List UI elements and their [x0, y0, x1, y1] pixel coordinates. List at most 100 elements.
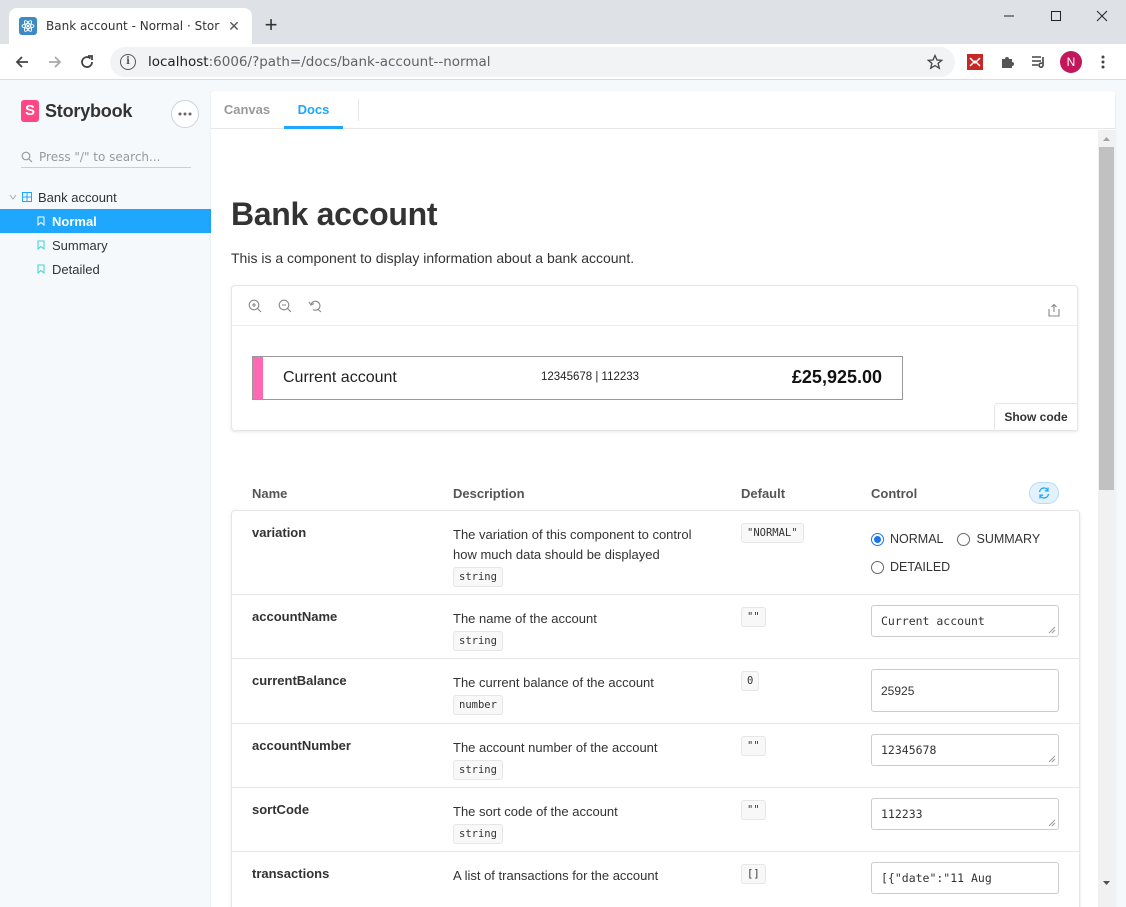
bookmark-icon	[36, 240, 46, 250]
transactions-textarea[interactable]: [{"date":"11 Aug	[871, 862, 1059, 894]
resize-grip-icon	[1048, 755, 1056, 763]
page-description: This is a component to display informati…	[231, 250, 635, 266]
profile-avatar[interactable]: N	[1059, 50, 1083, 74]
reload-icon	[81, 55, 93, 68]
table-row: transactions A list of transactions for …	[232, 852, 1079, 907]
arg-name: currentBalance	[252, 673, 347, 688]
resize-grip-icon	[1048, 819, 1056, 827]
radio-detailed[interactable]: DETAILED	[871, 553, 950, 581]
type-badge: string	[453, 631, 503, 651]
arg-name: accountName	[252, 609, 338, 624]
args-table-header: Name Description Default Control	[231, 482, 1080, 506]
story-preview: Current account 12345678 | 112233 £25,92…	[231, 285, 1078, 431]
type-badge: string	[453, 567, 503, 587]
preview-toolbar	[232, 286, 1077, 326]
table-row: accountNumber The account number of the …	[232, 724, 1079, 788]
extension-icon[interactable]	[963, 50, 987, 74]
minimize-button[interactable]	[986, 4, 1032, 28]
tree-story-label: Summary	[52, 237, 108, 253]
site-info-icon[interactable]: i	[120, 54, 136, 70]
args-table: variation The variation of this componen…	[231, 510, 1080, 907]
arg-description: The account number of the account string	[453, 738, 713, 780]
show-code-button[interactable]: Show code	[994, 403, 1078, 431]
search-input[interactable]: Press "/" to search...	[21, 146, 191, 168]
window-close-button[interactable]	[1079, 4, 1125, 28]
account-color-stripe	[253, 357, 263, 399]
table-row: accountName The name of the account stri…	[232, 595, 1079, 659]
radio-empty-icon	[871, 560, 884, 574]
resize-grip-icon	[1048, 626, 1056, 634]
main-panel: Canvas Docs Bank account This is a compo…	[211, 91, 1115, 907]
table-row: sortCode The sort code of the account st…	[232, 788, 1079, 852]
account-number-textarea[interactable]: 12345678	[871, 734, 1059, 766]
new-tab-button[interactable]: +	[260, 14, 282, 36]
type-badge: string	[453, 824, 503, 844]
radio-summary[interactable]: SUMMARY	[957, 525, 1040, 553]
forward-arrow-icon	[49, 56, 62, 68]
scroll-up-icon[interactable]	[1098, 130, 1115, 147]
table-row: currentBalance The current balance of th…	[232, 659, 1079, 724]
storybook-logo[interactable]: S Storybook	[21, 100, 132, 122]
reset-zoom-icon[interactable]	[307, 298, 323, 314]
component-grid-icon	[22, 192, 32, 202]
address-bar[interactable]: i localhost:6006/?path=/docs/bank-accoun…	[110, 47, 955, 77]
arg-description: A list of transactions for the account	[453, 868, 659, 883]
react-favicon-icon	[19, 17, 37, 35]
panel-tabs: Canvas Docs	[211, 91, 1115, 129]
reset-controls-button[interactable]	[1029, 482, 1059, 504]
zoom-in-icon[interactable]	[247, 298, 263, 314]
refresh-icon	[1038, 487, 1050, 499]
media-queue-icon[interactable]	[1027, 50, 1051, 74]
scrollbar-thumb[interactable]	[1099, 147, 1114, 490]
back-button[interactable]	[10, 50, 34, 74]
extensions-puzzle-icon[interactable]	[995, 50, 1019, 74]
sort-code-textarea[interactable]: 112233	[871, 798, 1059, 830]
storybook-logo-text: Storybook	[45, 100, 133, 121]
forward-button[interactable]	[43, 50, 67, 74]
tree-group-label: Bank account	[38, 189, 117, 205]
sidebar-menu-button[interactable]	[171, 100, 199, 128]
arg-description: The current balance of the account numbe…	[453, 673, 713, 715]
browser-menu-icon[interactable]	[1091, 50, 1115, 74]
zoom-out-icon[interactable]	[277, 298, 293, 314]
account-number: 12345678 | 112233	[541, 371, 640, 383]
account-name-textarea[interactable]: Current account	[871, 605, 1059, 637]
tab-divider	[358, 99, 359, 121]
bookmark-star-icon[interactable]	[925, 52, 945, 72]
header-control: Control	[871, 486, 918, 501]
tab-docs[interactable]: Docs	[284, 91, 343, 129]
arg-name: sortCode	[252, 802, 310, 817]
browser-tab[interactable]: Bank account - Normal · Storybook ✕	[9, 8, 252, 44]
url-text[interactable]: localhost:6006/?path=/docs/bank-account-…	[148, 54, 491, 70]
bank-account-card: Current account 12345678 | 112233 £25,92…	[252, 356, 903, 400]
search-icon	[21, 151, 33, 162]
tab-canvas[interactable]: Canvas	[223, 91, 271, 129]
search-placeholder: Press "/" to search...	[39, 149, 161, 164]
table-row: variation The variation of this componen…	[232, 511, 1079, 595]
tab-close-icon[interactable]: ✕	[226, 18, 242, 34]
tree-story-normal[interactable]: Normal	[0, 209, 211, 233]
reload-button[interactable]	[75, 50, 99, 74]
share-icon[interactable]	[1046, 302, 1062, 318]
type-badge: string	[453, 760, 503, 780]
arg-default: "NORMAL"	[741, 521, 804, 543]
browser-toolbar: i localhost:6006/?path=/docs/bank-accoun…	[0, 44, 1126, 80]
bookmark-icon	[36, 216, 46, 226]
current-balance-input[interactable]: 25925	[871, 669, 1059, 712]
maximize-button[interactable]	[1033, 4, 1079, 28]
arg-default: ""	[741, 605, 766, 627]
arg-description: The name of the account string	[453, 609, 713, 651]
radio-normal[interactable]: NORMAL	[871, 525, 943, 553]
storybook-logo-icon: S	[21, 100, 39, 122]
scroll-down-icon[interactable]	[1098, 874, 1115, 891]
docs-scrollbar[interactable]	[1098, 130, 1115, 907]
variation-radio-group: NORMAL SUMMARY DETAILED	[871, 521, 1059, 581]
tree-story-detailed[interactable]: Detailed	[0, 257, 211, 281]
avatar: N	[1060, 51, 1082, 73]
arg-description: The variation of this component to contr…	[453, 525, 713, 587]
tree-story-summary[interactable]: Summary	[0, 233, 211, 257]
radio-empty-icon	[957, 532, 971, 546]
arg-description: The sort code of the account string	[453, 802, 713, 844]
arg-default: []	[741, 862, 766, 884]
tree-group-bank-account[interactable]: Bank account	[0, 185, 211, 209]
